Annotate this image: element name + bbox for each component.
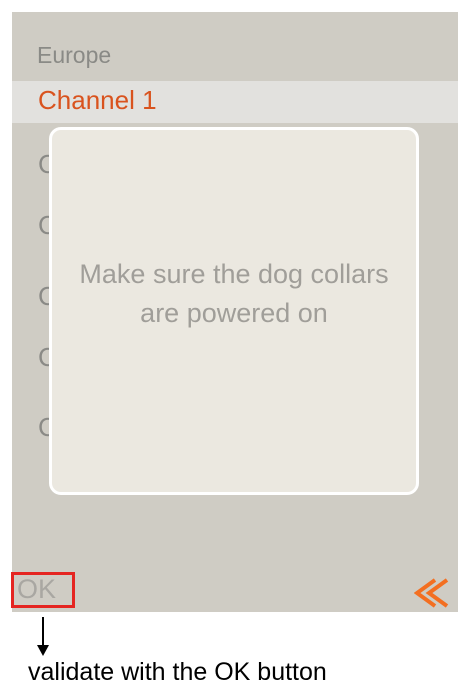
region-label: Europe [37,42,112,68]
channel-label: Channel 1 [38,85,157,115]
instruction-caption: validate with the OK button [28,658,327,686]
device-screen: Europe Channel 1 C C C C C Make sure the… [12,12,458,612]
ok-button[interactable]: OK [17,574,56,605]
channel-row-selected[interactable]: Channel 1 [12,81,458,123]
back-icon[interactable] [414,578,450,608]
ok-button-highlight: OK [11,572,75,608]
info-dialog: Make sure the dog collars are powered on [49,127,419,495]
down-arrow-icon [37,617,49,656]
dialog-message: Make sure the dog collars are powered on [79,259,389,328]
